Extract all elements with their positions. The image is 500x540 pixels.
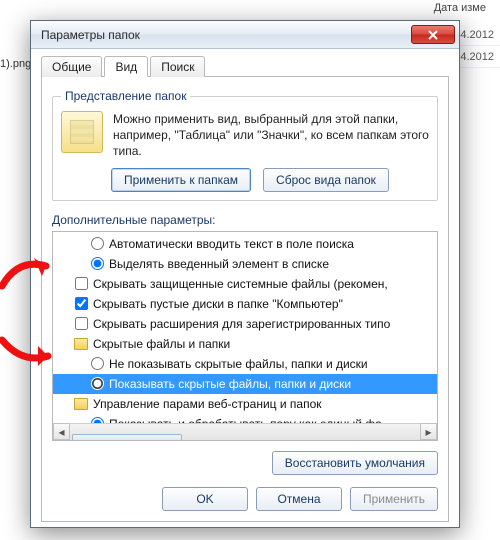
folder-views-text: Можно применить вид, выбранный для этой … [113, 111, 429, 160]
column-header-date: Дата изме [434, 2, 486, 14]
folder-views-icon [61, 111, 103, 153]
list-item-label: Скрывать расширения для зарегистрированн… [93, 317, 390, 331]
horizontal-scrollbar[interactable]: ◂ ▸ [53, 423, 437, 440]
list-item-label: Скрывать защищенные системные файлы (рек… [93, 277, 388, 291]
list-item-label: Скрытые файлы и папки [93, 337, 230, 351]
list-item[interactable]: Скрывать защищенные системные файлы (рек… [53, 274, 437, 294]
list-item[interactable]: Скрывать расширения для зарегистрированн… [53, 314, 437, 334]
list-item[interactable]: Выделять введенный элемент в списке [53, 254, 437, 274]
radio-icon[interactable] [89, 237, 105, 250]
list-item-label: Управление парами веб-страниц и папок [93, 397, 322, 411]
folder-views-group: Представление папок Можно применить вид,… [52, 89, 438, 201]
checkbox-icon[interactable] [73, 297, 89, 310]
checkbox[interactable] [75, 317, 88, 330]
checkbox-icon[interactable] [73, 277, 89, 290]
apply-to-folders-button[interactable]: Применить к папкам [111, 168, 251, 192]
radio[interactable] [91, 257, 104, 270]
tab-general[interactable]: Общие [41, 56, 102, 77]
list-item-label: Показывать скрытые файлы, папки и диски [109, 377, 351, 391]
list-item[interactable]: Скрывать пустые диски в папке "Компьютер… [53, 294, 437, 314]
folder-options-dialog: Параметры папок Общие Вид Поиск Представ… [30, 20, 460, 528]
advanced-settings-list[interactable]: Автоматически вводить текст в поле поиск… [52, 231, 438, 441]
restore-defaults-button[interactable]: Восстановить умолчания [272, 451, 438, 475]
close-button[interactable] [411, 25, 455, 44]
tab-search[interactable]: Поиск [150, 56, 205, 77]
titlebar: Параметры папок [31, 21, 459, 49]
apply-button[interactable]: Применить [350, 487, 438, 511]
radio[interactable] [91, 377, 104, 390]
folder-icon [74, 338, 88, 350]
radio[interactable] [91, 357, 104, 370]
advanced-settings-label: Дополнительные параметры: [52, 213, 438, 227]
folder-group-icon [73, 398, 89, 410]
radio-icon[interactable] [89, 377, 105, 390]
list-item[interactable]: Управление парами веб-страниц и папок [53, 394, 437, 414]
filename-fragment: 1).png [0, 58, 31, 70]
folder-views-legend: Представление папок [61, 89, 190, 103]
list-item-label: Скрывать пустые диски в папке "Компьютер… [93, 297, 343, 311]
list-item-label: Автоматически вводить текст в поле поиск… [109, 237, 354, 251]
dialog-title: Параметры папок [41, 28, 140, 42]
tabstrip: Общие Вид Поиск [41, 55, 449, 77]
dialog-footer: OK Отмена Применить [52, 475, 438, 511]
scroll-thumb[interactable] [72, 434, 182, 441]
radio-icon[interactable] [89, 357, 105, 370]
checkbox-icon[interactable] [73, 317, 89, 330]
radio[interactable] [91, 237, 104, 250]
list-item-label: Выделять введенный элемент в списке [109, 257, 329, 271]
checkbox[interactable] [75, 297, 88, 310]
list-item-label: Не показывать скрытые файлы, папки и дис… [109, 357, 368, 371]
tab-view[interactable]: Вид [104, 56, 148, 77]
radio-icon[interactable] [89, 257, 105, 270]
checkbox[interactable] [75, 277, 88, 290]
folder-icon [74, 398, 88, 410]
scroll-left-button[interactable]: ◂ [53, 423, 70, 440]
list-item[interactable]: Скрытые файлы и папки [53, 334, 437, 354]
folder-group-icon [73, 338, 89, 350]
scroll-right-button[interactable]: ▸ [420, 423, 437, 440]
list-item[interactable]: Показывать скрытые файлы, папки и диски [53, 374, 437, 394]
ok-button[interactable]: OK [162, 487, 248, 511]
list-item[interactable]: Автоматически вводить текст в поле поиск… [53, 234, 437, 254]
list-item[interactable]: Не показывать скрытые файлы, папки и дис… [53, 354, 437, 374]
cancel-button[interactable]: Отмена [256, 487, 342, 511]
close-icon [427, 30, 439, 40]
tab-panel-view: Представление папок Можно применить вид,… [41, 77, 449, 522]
reset-folders-button[interactable]: Сброс вида папок [263, 168, 389, 192]
